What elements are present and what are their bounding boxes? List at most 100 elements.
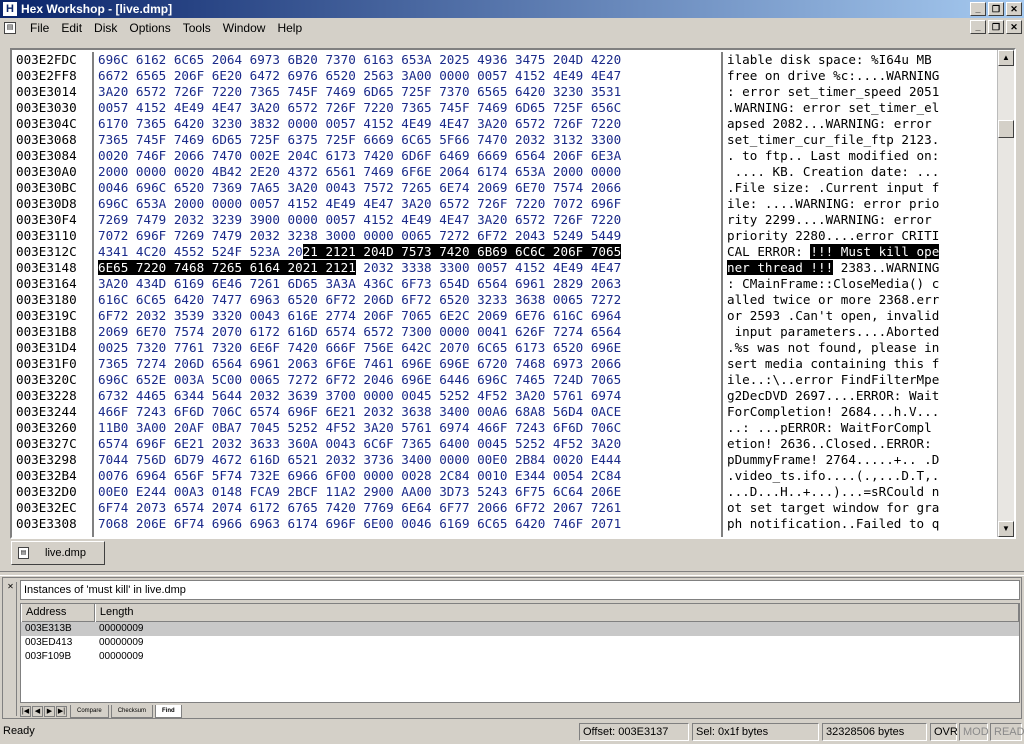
- ascii-row[interactable]: set_timer_cur_file_ftp 2123.: [725, 132, 995, 148]
- hex-row[interactable]: 6170 7365 6420 3230 3832 0000 0057 4152 …: [96, 116, 721, 132]
- tab-compare[interactable]: Compare: [70, 704, 109, 718]
- hex-row[interactable]: 6E65 7220 7468 7265 6164 2021 2121 2032 …: [96, 260, 721, 276]
- ascii-row[interactable]: .File size: .Current input f: [725, 180, 995, 196]
- hex-row[interactable]: 4341 4C20 4552 524F 523A 2021 2121 204D …: [96, 244, 721, 260]
- ascii-row[interactable]: pDummyFrame! 2764.....+.. .D: [725, 452, 995, 468]
- scroll-thumb[interactable]: [998, 120, 1014, 138]
- col-header-length[interactable]: Length: [94, 604, 1019, 622]
- hex-row[interactable]: 7072 696F 7269 7479 2032 3238 3000 0000 …: [96, 228, 721, 244]
- hex-row[interactable]: 6732 4465 6344 5644 2032 3639 3700 0000 …: [96, 388, 721, 404]
- hex-row[interactable]: 696C 653A 2000 0000 0057 4152 4E49 4E47 …: [96, 196, 721, 212]
- close-button[interactable]: ✕: [1006, 2, 1022, 16]
- hex-row[interactable]: 0025 7320 7761 7320 6E6F 7420 666F 756E …: [96, 340, 721, 356]
- hex-row[interactable]: 0057 4152 4E49 4E47 3A20 6572 726F 7220 …: [96, 100, 721, 116]
- scroll-up-arrow-icon[interactable]: ▲: [998, 50, 1014, 66]
- results-row[interactable]: 003E313B 00000009: [21, 622, 1019, 636]
- ascii-row[interactable]: apsed 2082...WARNING: error: [725, 116, 995, 132]
- close-pane-icon[interactable]: ✕: [5, 582, 16, 591]
- ascii-row[interactable]: priority 2280....error CRITI: [725, 228, 995, 244]
- document-tab[interactable]: ▤ live.dmp: [11, 541, 105, 565]
- doc-restore-button[interactable]: ❐: [988, 20, 1004, 34]
- hex-column[interactable]: 696C 6162 6C65 2064 6973 6B20 7370 6163 …: [96, 52, 723, 537]
- col-header-address[interactable]: Address: [21, 604, 95, 622]
- hex-row[interactable]: 696C 6162 6C65 2064 6973 6B20 7370 6163 …: [96, 52, 721, 68]
- results-pane-grip[interactable]: ✕: [5, 582, 17, 716]
- hex-row[interactable]: 3A20 6572 726F 7220 7365 745F 7469 6D65 …: [96, 84, 721, 100]
- address-cell: 003E3298: [16, 452, 77, 467]
- hex-editor[interactable]: 003E2FDC 003E2FF8 003E3014 003E3030 003E304C…: [10, 48, 1016, 539]
- ascii-row[interactable]: .%s was not found, please in: [725, 340, 995, 356]
- hex-row[interactable]: 7269 7479 2032 3239 3900 0000 0057 4152 …: [96, 212, 721, 228]
- ascii-row[interactable]: ilable disk space: %I64u MB: [725, 52, 995, 68]
- ascii-row[interactable]: sert media containing this f: [725, 356, 995, 372]
- document-system-icon[interactable]: ▤: [4, 22, 16, 34]
- menu-file[interactable]: File: [24, 21, 55, 35]
- hex-row[interactable]: 0020 746F 2066 7470 002E 204C 6173 7420 …: [96, 148, 721, 164]
- hex-row[interactable]: 7044 756D 6D79 4672 616D 6521 2032 3736 …: [96, 452, 721, 468]
- ascii-text: 2383..WARNING: [833, 260, 940, 275]
- hex-row[interactable]: 6672 6565 206F 6E20 6472 6976 6520 2563 …: [96, 68, 721, 84]
- menu-disk[interactable]: Disk: [88, 21, 123, 35]
- ascii-column[interactable]: ilable disk space: %I64u MB free on driv…: [725, 52, 995, 537]
- ascii-row[interactable]: ile: ....WARNING: error prio: [725, 196, 995, 212]
- hex-row[interactable]: 0076 6964 656F 5F74 732E 6966 6F00 0000 …: [96, 468, 721, 484]
- ascii-row[interactable]: ..: ...pERROR: WaitForCompl: [725, 420, 995, 436]
- menu-edit[interactable]: Edit: [55, 21, 88, 35]
- ascii-row[interactable]: ForCompletion! 2684...h.V...: [725, 404, 995, 420]
- hex-row[interactable]: 11B0 3A00 20AF 0BA7 7045 5252 4F52 3A20 …: [96, 420, 721, 436]
- ascii-row[interactable]: ot set target window for gra: [725, 500, 995, 516]
- hex-row[interactable]: 7365 745F 7469 6D65 725F 6375 725F 6669 …: [96, 132, 721, 148]
- ascii-row[interactable]: CAL ERROR: !!! Must kill ope: [725, 244, 995, 260]
- ascii-row[interactable]: . to ftp.. Last modified on:: [725, 148, 995, 164]
- menu-options[interactable]: Options: [123, 21, 176, 35]
- ascii-row[interactable]: ner thread !!! 2383..WARNING: [725, 260, 995, 276]
- pane-splitter[interactable]: [0, 571, 1024, 576]
- scroll-down-arrow-icon[interactable]: ▼: [998, 521, 1014, 537]
- ascii-row[interactable]: etion! 2636..Closed..ERROR:: [725, 436, 995, 452]
- ascii-row[interactable]: rity 2299....WARNING: error: [725, 212, 995, 228]
- ascii-row[interactable]: g2DecDVD 2697....ERROR: Wait: [725, 388, 995, 404]
- doc-minimize-button[interactable]: _: [970, 20, 986, 34]
- minimize-button[interactable]: _: [970, 2, 986, 16]
- hex-row[interactable]: 6F74 2073 6574 2074 6172 6765 7420 7769 …: [96, 500, 721, 516]
- tab-checksum[interactable]: Checksum: [110, 704, 154, 718]
- hex-row[interactable]: 2000 0000 0020 4B42 2E20 4372 6561 7469 …: [96, 164, 721, 180]
- vertical-scrollbar[interactable]: ▲ ▼: [997, 50, 1014, 537]
- ascii-row[interactable]: input parameters....Aborted: [725, 324, 995, 340]
- results-row[interactable]: 003ED413 00000009: [21, 636, 1019, 650]
- ascii-row[interactable]: or 2593 .Can't open, invalid: [725, 308, 995, 324]
- hex-row[interactable]: 6F72 2032 3539 3320 0043 616E 2774 206F …: [96, 308, 721, 324]
- restore-button[interactable]: ❐: [988, 2, 1004, 16]
- hex-row[interactable]: 3A20 434D 6169 6E46 7261 6D65 3A3A 436C …: [96, 276, 721, 292]
- hex-row[interactable]: 616C 6C65 6420 7477 6963 6520 6F72 206D …: [96, 292, 721, 308]
- ascii-row[interactable]: : CMainFrame::CloseMedia() c: [725, 276, 995, 292]
- ascii-row[interactable]: .WARNING: error set_timer_el: [725, 100, 995, 116]
- menu-help[interactable]: Help: [271, 21, 308, 35]
- last-tab-arrow-icon[interactable]: ▶|: [56, 705, 67, 717]
- ascii-row[interactable]: .... KB. Creation date: ...: [725, 164, 995, 180]
- ascii-row[interactable]: free on drive %c:....WARNING: [725, 68, 995, 84]
- first-tab-arrow-icon[interactable]: |◀: [20, 705, 31, 717]
- ascii-row[interactable]: ...D...H..+...)...=sRCould n: [725, 484, 995, 500]
- hex-row[interactable]: 466F 7243 6F6D 706C 6574 696F 6E21 2032 …: [96, 404, 721, 420]
- hex-row[interactable]: 696C 652E 003A 5C00 0065 7272 6F72 2046 …: [96, 372, 721, 388]
- ascii-row[interactable]: alled twice or more 2368.err: [725, 292, 995, 308]
- hex-row[interactable]: 2069 6E70 7574 2070 6172 616D 6574 6572 …: [96, 324, 721, 340]
- doc-close-button[interactable]: ✕: [1006, 20, 1022, 34]
- menu-tools[interactable]: Tools: [177, 21, 217, 35]
- ascii-row[interactable]: ph notification..Failed to q: [725, 516, 995, 532]
- hex-row[interactable]: 00E0 E244 00A3 0148 FCA9 2BCF 11A2 2900 …: [96, 484, 721, 500]
- ascii-row[interactable]: ile..:\..error FindFilterMpe: [725, 372, 995, 388]
- hex-row[interactable]: 6574 696F 6E21 2032 3633 360A 0043 6C6F …: [96, 436, 721, 452]
- menu-window[interactable]: Window: [217, 21, 272, 35]
- prev-tab-arrow-icon[interactable]: ◀: [32, 705, 43, 717]
- next-tab-arrow-icon[interactable]: ▶: [44, 705, 55, 717]
- hex-row[interactable]: 7068 206E 6F74 6966 6963 6174 696F 6E00 …: [96, 516, 721, 532]
- tab-find[interactable]: Find: [155, 704, 182, 718]
- results-row[interactable]: 003F109B 00000009: [21, 650, 1019, 664]
- ascii-row[interactable]: : error set_timer_speed 2051: [725, 84, 995, 100]
- ascii-row[interactable]: .video_ts.ifo....(.,...D.T,.: [725, 468, 995, 484]
- hex-row[interactable]: 7365 7274 206D 6564 6961 2063 6F6E 7461 …: [96, 356, 721, 372]
- hex-row[interactable]: 0046 696C 6520 7369 7A65 3A20 0043 7572 …: [96, 180, 721, 196]
- results-list[interactable]: Address Length 003E313B 00000009 003ED413 0…: [20, 603, 1020, 703]
